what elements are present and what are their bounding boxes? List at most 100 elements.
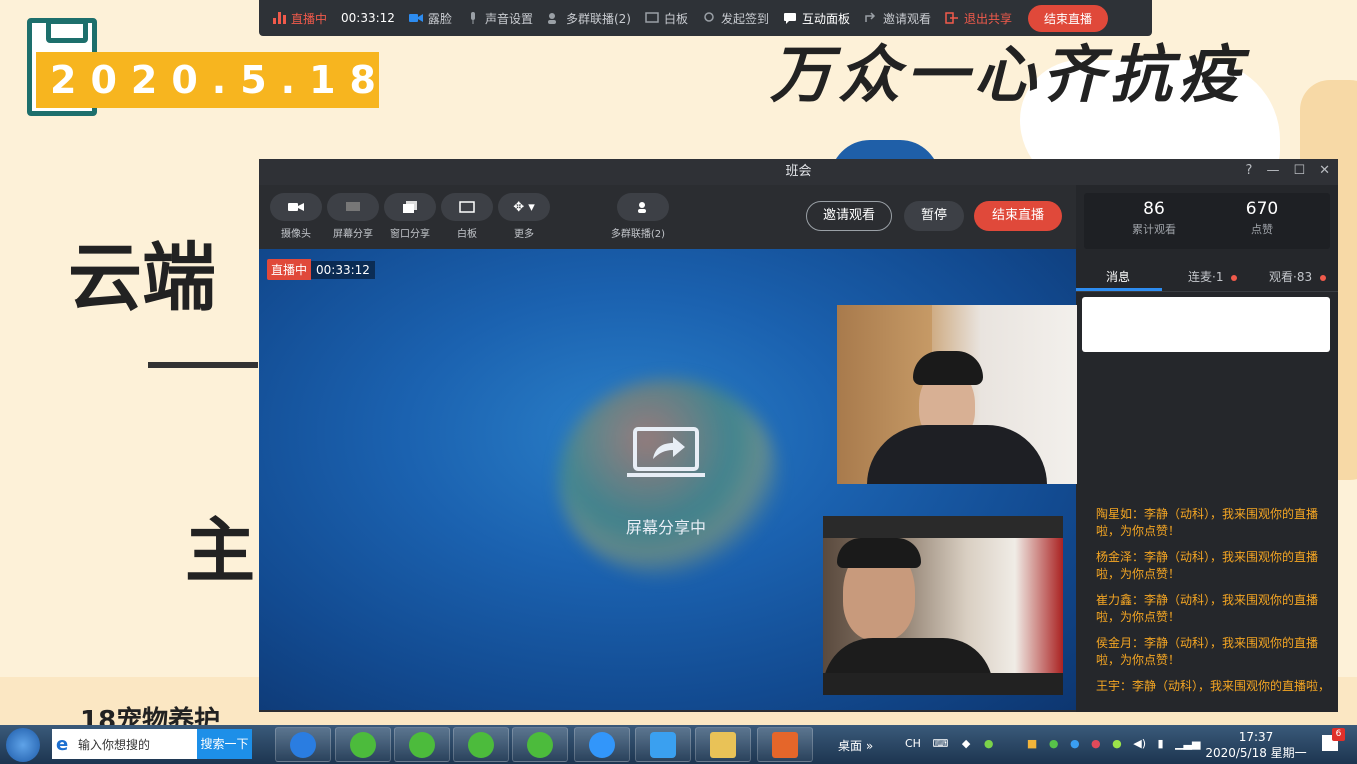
- chat-icon: [783, 13, 796, 24]
- clock-time: 17:37: [1238, 730, 1274, 744]
- maximize-icon[interactable]: ☐: [1293, 163, 1305, 178]
- pause-button[interactable]: 暂停: [904, 201, 964, 231]
- multi-group-button[interactable]: 多群联播(2): [611, 193, 669, 240]
- live-status-label: 直播中: [291, 11, 328, 26]
- keyboard-icon[interactable]: ⌨: [932, 737, 948, 750]
- tab-watching-label: 观看·83: [1269, 270, 1313, 284]
- more-label: 更多: [514, 229, 534, 240]
- taskbar-app-wps[interactable]: [275, 727, 331, 762]
- face-label: 露脸: [427, 11, 452, 26]
- help-icon[interactable]: ?: [1246, 163, 1253, 178]
- dingtalk-icon: [589, 732, 615, 758]
- whiteboard-label: 白板: [457, 229, 477, 240]
- live-floating-toolbar: 直播中 00:33:12 露脸 声音设置 多群联播(2) 白板 发起签到 互动面…: [259, 0, 1152, 36]
- screen-share-button[interactable]: 屏幕分享: [327, 193, 379, 240]
- start-button[interactable]: [6, 728, 40, 762]
- interact-panel-button[interactable]: 互动面板: [783, 10, 850, 27]
- search-placeholder: 输入你想搜的: [78, 738, 151, 752]
- taskbar-app-browser-2[interactable]: [394, 727, 450, 762]
- window-share-button[interactable]: 窗口分享: [384, 193, 436, 240]
- location-icon: [704, 12, 714, 22]
- tab-mic[interactable]: 连麦·1: [1188, 263, 1238, 291]
- cube-icon[interactable]: ◆: [962, 737, 970, 750]
- likes-stat: 670 点赞: [1202, 199, 1322, 237]
- whiteboard-toggle[interactable]: 白板: [645, 10, 688, 27]
- stats-card: 86 累计观看 670 点赞: [1084, 193, 1330, 249]
- live-status: 直播中: [273, 10, 327, 27]
- taskbar-app-folder[interactable]: [695, 727, 751, 762]
- whiteboard-icon: [459, 201, 475, 213]
- desktop-wallpaper-glow: [559, 379, 779, 579]
- ie-icon: e: [56, 734, 69, 755]
- date-banner: 2020.5.18: [36, 52, 379, 108]
- more-button[interactable]: ✥ ▾ 更多: [498, 193, 550, 240]
- app-icon[interactable]: ●: [1112, 737, 1122, 750]
- browser-icon: [468, 732, 494, 758]
- audio-settings[interactable]: 声音设置: [466, 10, 533, 27]
- likes-value: 670: [1245, 199, 1279, 219]
- device-icon[interactable]: ▮: [1158, 737, 1164, 750]
- camera-icon: [288, 203, 304, 211]
- end-live-button-top[interactable]: 结束直播: [1028, 4, 1109, 32]
- taskbar-app-live[interactable]: [635, 727, 691, 762]
- slide-dash: [148, 362, 258, 368]
- tab-messages[interactable]: 消息: [1106, 263, 1130, 291]
- system-clock[interactable]: 17:37 2020/5/18 星期一: [1196, 729, 1316, 761]
- language-indicator[interactable]: CH: [905, 737, 921, 750]
- total-views-stat: 86 累计观看: [1094, 199, 1214, 237]
- slides-icon: [772, 732, 798, 758]
- checkin-button[interactable]: 发起签到: [702, 10, 769, 27]
- taskbar-app-browser-1[interactable]: [335, 727, 391, 762]
- panel-tabs: 消息 连麦·1 观看·83: [1076, 263, 1338, 292]
- live-badge-timer: 00:33:12: [311, 260, 375, 279]
- desktop-toolbar[interactable]: 桌面 »: [838, 737, 873, 754]
- presenter-camera-feed: [823, 516, 1063, 695]
- close-icon[interactable]: ✕: [1319, 163, 1330, 178]
- taskbar-app-browser-4[interactable]: [512, 727, 568, 762]
- screen-share-icon: [346, 202, 360, 211]
- wechat-icon[interactable]: ●: [984, 737, 994, 750]
- notification-dot: [1320, 274, 1327, 281]
- volume-icon[interactable]: ◀): [1133, 737, 1146, 750]
- multi-group-broadcast[interactable]: 多群联播(2): [547, 10, 631, 27]
- invite-watch-button[interactable]: 邀请观看: [864, 10, 931, 27]
- people-icon: [638, 202, 646, 213]
- total-views-value: 86: [1143, 199, 1165, 219]
- taskbar-app-slides[interactable]: [757, 727, 813, 762]
- app-icon[interactable]: ●: [1070, 737, 1080, 750]
- whiteboard-button[interactable]: 白板: [441, 193, 493, 240]
- face-toggle[interactable]: 露脸: [408, 10, 452, 27]
- tab-mic-label: 连麦·1: [1188, 270, 1224, 284]
- live-badge: 直播中 00:33:12: [267, 259, 375, 280]
- invite-watch-label: 邀请观看: [883, 11, 932, 26]
- window-share-label: 窗口分享: [390, 229, 430, 240]
- live-bars-icon: [273, 12, 286, 24]
- slogan-text: 万众一心齐抗疫: [770, 38, 1247, 111]
- microphone-icon: [470, 12, 475, 24]
- interact-panel-label: 互动面板: [801, 11, 850, 26]
- desktop-label: 桌面: [838, 739, 863, 753]
- taskbar-app-dingtalk[interactable]: [574, 727, 630, 762]
- app-icon[interactable]: ■: [1027, 737, 1037, 750]
- search-button[interactable]: 搜索一下: [197, 729, 252, 759]
- search-input[interactable]: e 输入你想搜的: [52, 729, 197, 759]
- window-share-icon: [403, 201, 417, 213]
- windows-taskbar: e 输入你想搜的 搜索一下 桌面 » CH ⌨ ◆ ● ■ ● ● ● ● ◀)…: [0, 725, 1357, 764]
- folder-icon: [710, 732, 736, 758]
- people-icon: [547, 13, 556, 24]
- chat-message: 崔力鑫：李静（动科），我来围观你的直播啦，为你点赞！: [1096, 593, 1319, 624]
- camera-button[interactable]: 摄像头: [270, 193, 322, 240]
- app-icon[interactable]: ●: [1049, 737, 1059, 750]
- app-icon[interactable]: ●: [1091, 737, 1101, 750]
- chat-message: 王宇：李静（动科），我来围观你的直播啦，为你点赞！: [1096, 679, 1331, 693]
- slide-subtitle-fragment: 主: [185, 510, 255, 592]
- exit-share-button[interactable]: 退出共享: [945, 10, 1012, 27]
- likes-label: 点赞: [1251, 223, 1273, 236]
- tab-watching[interactable]: 观看·83: [1269, 263, 1327, 291]
- end-live-button[interactable]: 结束直播: [974, 201, 1062, 231]
- invite-watch-button[interactable]: 邀请观看: [806, 201, 892, 231]
- minimize-icon[interactable]: —: [1266, 163, 1279, 178]
- whiteboard-label: 白板: [663, 11, 688, 26]
- taskbar-app-browser-3[interactable]: [453, 727, 509, 762]
- share-status-text: 屏幕分享中: [625, 518, 706, 537]
